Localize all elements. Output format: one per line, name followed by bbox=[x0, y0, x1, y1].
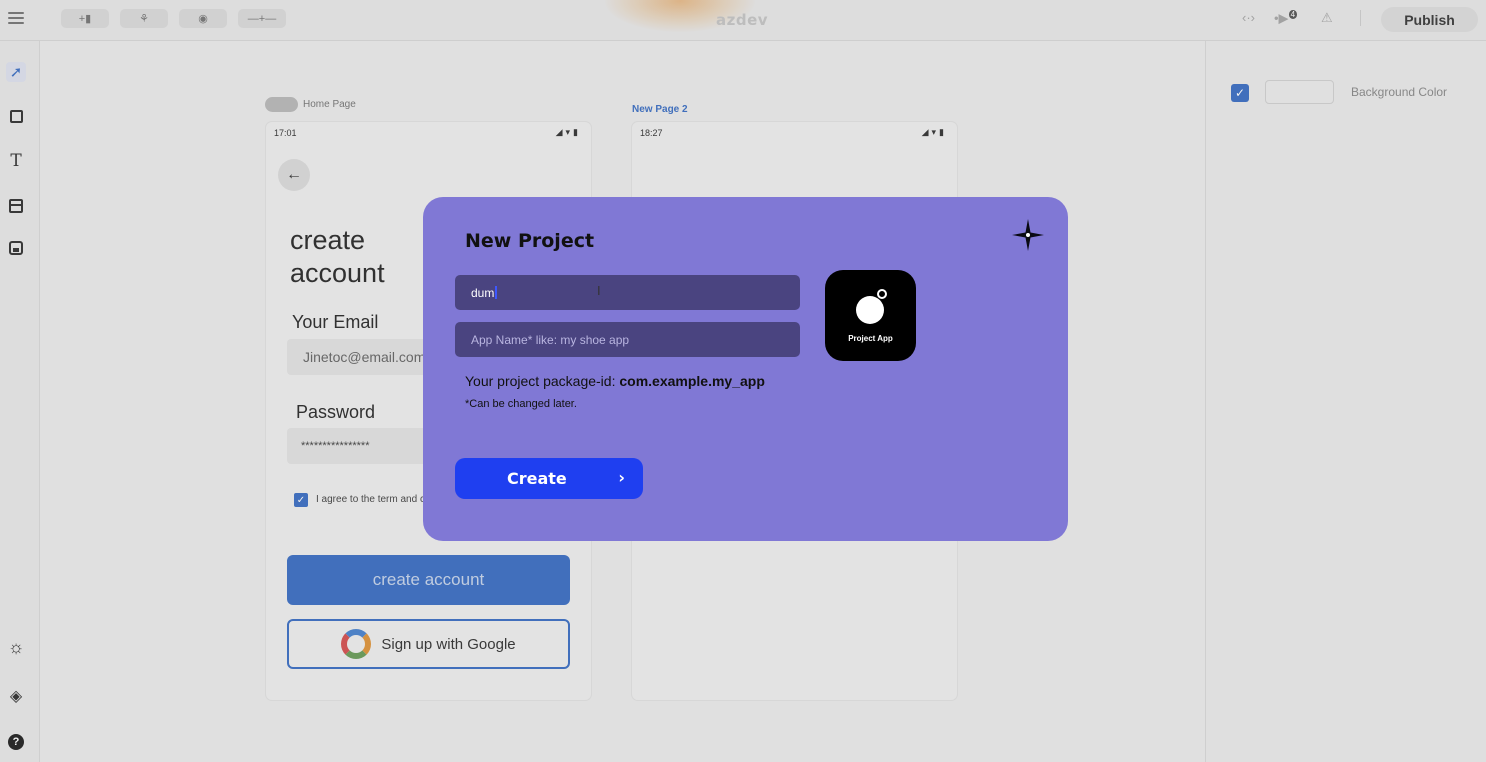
package-id-note: *Can be changed later. bbox=[465, 398, 577, 410]
app-logo-dot bbox=[877, 289, 887, 299]
package-id-prefix: Your project package-id: bbox=[465, 373, 620, 389]
package-id-line: Your project package-id: com.example.my_… bbox=[465, 373, 765, 389]
project-name-input[interactable]: dum bbox=[455, 275, 800, 310]
dialog-title: New Project bbox=[465, 230, 595, 252]
package-id-value: com.example.my_app bbox=[619, 373, 765, 389]
create-button-label: Create bbox=[507, 469, 567, 488]
project-name-value: dum bbox=[471, 285, 495, 300]
app-icon-preview[interactable]: Project App bbox=[825, 270, 916, 361]
chevron-right-icon: › bbox=[618, 468, 625, 487]
text-caret bbox=[495, 286, 498, 299]
sparkle-close-icon[interactable] bbox=[1010, 217, 1046, 253]
app-icon-label: Project App bbox=[848, 334, 893, 343]
create-button[interactable]: Create › bbox=[455, 458, 643, 499]
app-name-input[interactable]: App Name* like: my shoe app bbox=[455, 322, 800, 357]
ibeam-cursor-icon: I bbox=[597, 283, 601, 298]
app-logo-icon bbox=[856, 296, 884, 324]
new-project-dialog: New Project dum I App Name* like: my sho… bbox=[423, 197, 1068, 541]
